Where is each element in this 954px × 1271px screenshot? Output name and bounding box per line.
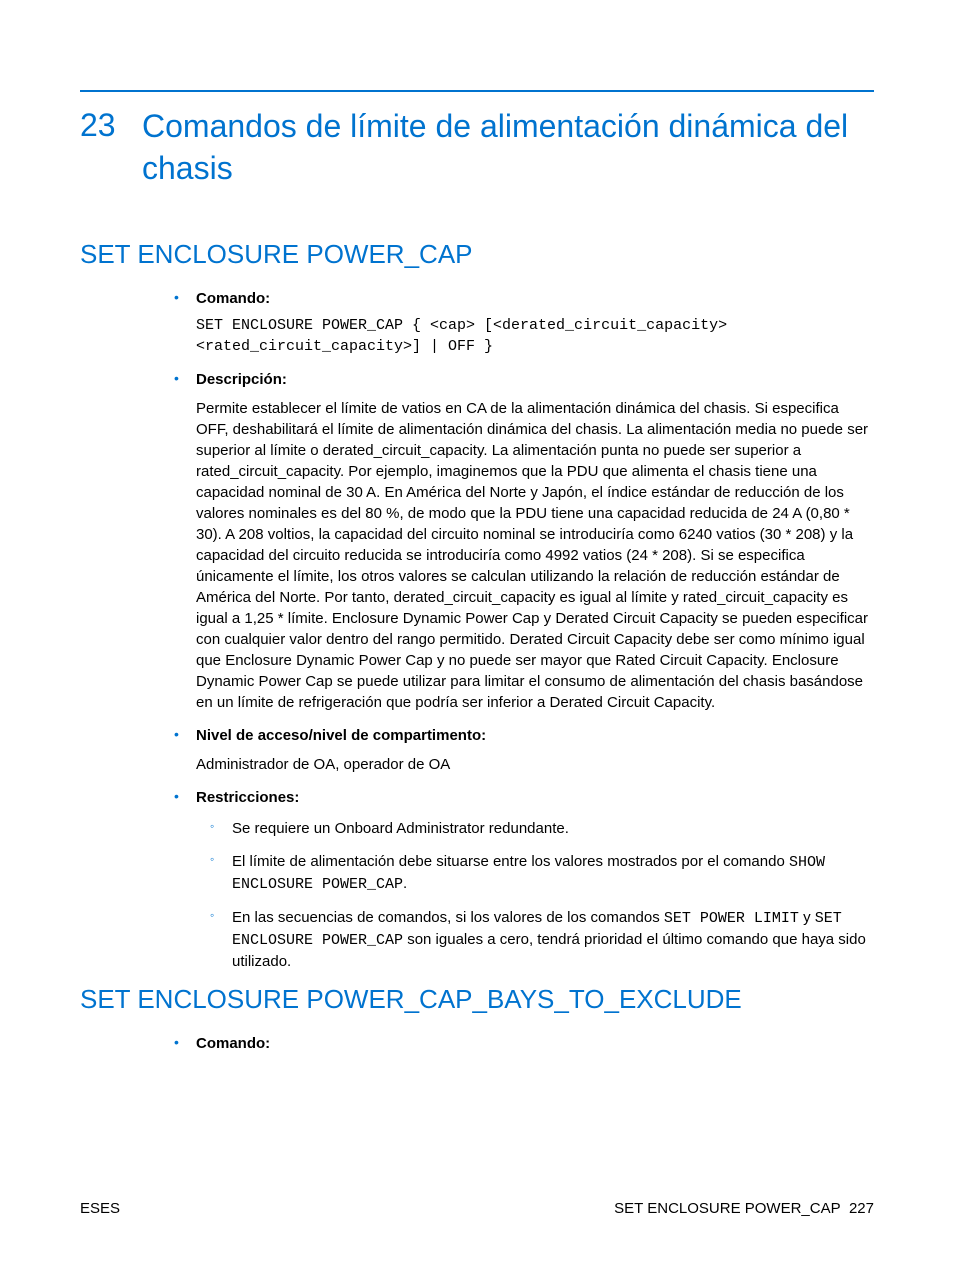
sub-text: En las secuencias de comandos, si los va… [232, 909, 664, 926]
footer-left: ESES [80, 1200, 120, 1217]
inline-code: SET POWER LIMIT [664, 910, 799, 927]
footer-right: SET ENCLOSURE POWER_CAP 227 [614, 1200, 874, 1217]
section-title: SET ENCLOSURE POWER_CAP_BAYS_TO_EXCLUDE [80, 984, 874, 1015]
item-label: Nivel de acceso/nivel de compartimento: [196, 725, 874, 746]
item-text: Administrador de OA, operador de OA [196, 754, 874, 775]
item-label: Descripción: [196, 369, 874, 390]
list-item: Comando: [160, 1033, 874, 1054]
sub-list-item: El límite de alimentación debe situarse … [196, 851, 874, 895]
page-footer: ESES SET ENCLOSURE POWER_CAP 227 [80, 1200, 874, 1217]
sub-text: El límite de alimentación debe situarse … [232, 853, 789, 870]
list-item: Restricciones: Se requiere un Onboard Ad… [160, 787, 874, 972]
chapter-title: Comandos de límite de alimentación dinám… [142, 106, 874, 189]
sub-list-item: En las secuencias de comandos, si los va… [196, 907, 874, 972]
item-label: Comando: [196, 1033, 874, 1054]
item-text: Permite establecer el límite de vatios e… [196, 398, 874, 713]
list-item: Comando: SET ENCLOSURE POWER_CAP { <cap>… [160, 288, 874, 357]
chapter-heading: 23 Comandos de límite de alimentación di… [80, 106, 874, 189]
item-label: Restricciones: [196, 787, 874, 808]
sub-text: Se requiere un Onboard Administrator red… [232, 820, 569, 837]
item-label: Comando: [196, 288, 874, 309]
sub-list-item: Se requiere un Onboard Administrator red… [196, 818, 874, 839]
sub-text: . [403, 875, 407, 892]
section-title: SET ENCLOSURE POWER_CAP [80, 239, 874, 270]
list-item: Nivel de acceso/nivel de compartimento: … [160, 725, 874, 775]
chapter-number: 23 [80, 106, 120, 189]
code-block: SET ENCLOSURE POWER_CAP { <cap> [<derate… [196, 315, 874, 357]
sub-text: y [799, 909, 815, 926]
list-item: Descripción: Permite establecer el límit… [160, 369, 874, 713]
